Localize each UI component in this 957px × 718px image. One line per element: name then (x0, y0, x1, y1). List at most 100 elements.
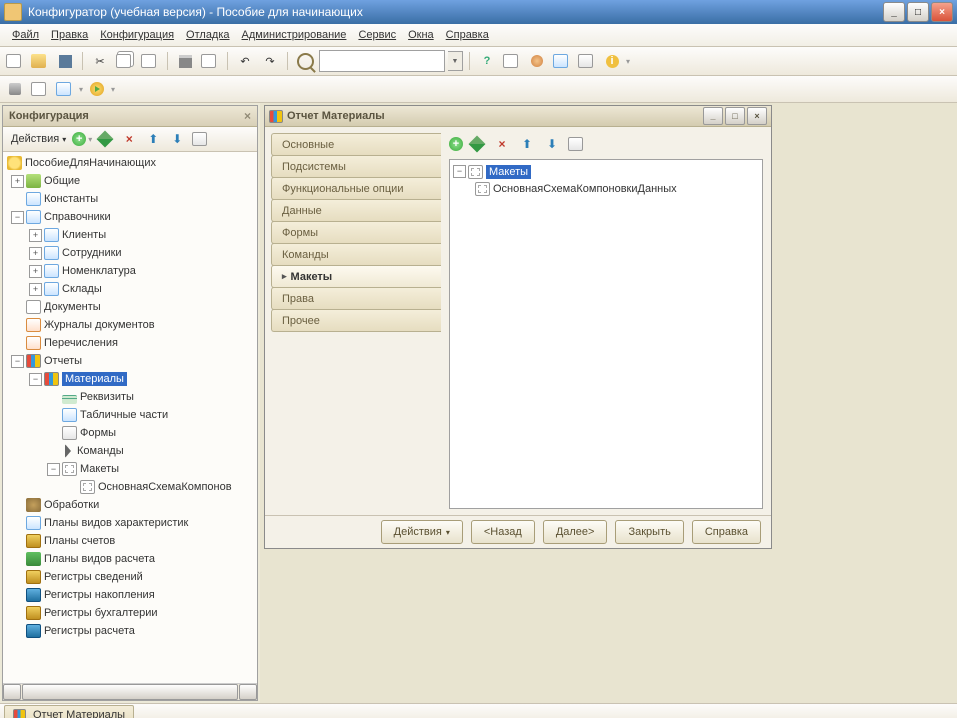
tree-item[interactable]: +Команды (3, 442, 257, 460)
menu-file[interactable]: Файл (6, 27, 45, 43)
syntax-icon[interactable]: ? (476, 50, 498, 72)
help-button[interactable]: Справка (692, 520, 761, 544)
taskbar-item[interactable]: Отчет Материалы (4, 705, 134, 718)
tree-item[interactable]: +Документы (3, 298, 257, 316)
actions-button[interactable]: Действия ▾ (381, 520, 463, 544)
tree-item-materialy[interactable]: −Материалы (3, 370, 257, 388)
tree-item[interactable]: +Перечисления (3, 334, 257, 352)
cut-icon[interactable]: ✂ (89, 50, 111, 72)
copy2-icon[interactable] (501, 50, 523, 72)
dialog-title: Отчет Материалы (287, 110, 385, 122)
tree-item[interactable]: +Регистры расчета (3, 622, 257, 640)
tree-item[interactable]: +Планы видов расчета (3, 550, 257, 568)
next-button[interactable]: Далее> (543, 520, 608, 544)
tree-item[interactable]: +Реквизиты (3, 388, 257, 406)
calendar-icon[interactable] (551, 50, 573, 72)
tree-item[interactable]: +Константы (3, 190, 257, 208)
tree-item[interactable]: −Отчеты (3, 352, 257, 370)
tab-data[interactable]: Данные (271, 199, 441, 222)
tab-templates[interactable]: ▸Макеты (271, 265, 441, 288)
search-icon[interactable] (294, 50, 316, 72)
tree-item[interactable]: +ОсновнаяСхемаКомпонов (3, 478, 257, 496)
tree-root-makety[interactable]: −Макеты (453, 163, 759, 180)
undo-icon[interactable]: ↶ (234, 50, 256, 72)
tree-item[interactable]: +Табличные части (3, 406, 257, 424)
tab-subsystems[interactable]: Подсистемы (271, 155, 441, 178)
dialog-maximize-button[interactable]: □ (725, 107, 745, 125)
maximize-button[interactable]: □ (907, 2, 929, 22)
back-button[interactable]: <Назад (471, 520, 535, 544)
menu-help[interactable]: Справка (440, 27, 495, 43)
list-icon[interactable] (566, 133, 588, 155)
down-icon[interactable]: ⬇ (541, 133, 563, 155)
tree-item[interactable]: −Справочники (3, 208, 257, 226)
copy-icon[interactable] (114, 50, 136, 72)
minimize-button[interactable]: _ (883, 2, 905, 22)
paste-icon[interactable] (139, 50, 161, 72)
tree-item[interactable]: +Регистры накопления (3, 586, 257, 604)
open-icon[interactable] (29, 50, 51, 72)
panel-close-icon[interactable]: × (244, 109, 251, 123)
tree-item[interactable]: +Номенклатура (3, 262, 257, 280)
save-icon[interactable] (54, 50, 76, 72)
up-icon[interactable]: ⬆ (516, 133, 538, 155)
run-icon[interactable] (86, 78, 108, 100)
copy-db-icon[interactable] (29, 78, 51, 100)
menu-admin[interactable]: Администрирование (236, 27, 353, 43)
menu-debug[interactable]: Отладка (180, 27, 235, 43)
menubar: Файл Правка Конфигурация Отладка Админис… (0, 24, 957, 47)
dialog-tabs: Основные Подсистемы Функциональные опции… (265, 127, 441, 515)
tree-item[interactable]: +Сотрудники (3, 244, 257, 262)
search-dropdown[interactable]: ▼ (448, 51, 463, 71)
edit-icon[interactable] (466, 133, 488, 155)
up-icon[interactable]: ⬆ (142, 128, 164, 150)
app-icon (4, 3, 22, 21)
print-icon[interactable] (174, 50, 196, 72)
tab-rights[interactable]: Права (271, 287, 441, 310)
tree-item[interactable]: +Регистры сведений (3, 568, 257, 586)
menu-windows[interactable]: Окна (402, 27, 440, 43)
menu-edit[interactable]: Правка (45, 27, 94, 43)
tab-other[interactable]: Прочее (271, 309, 441, 332)
tree-item[interactable]: +Склады (3, 280, 257, 298)
close-button[interactable]: × (931, 2, 953, 22)
menu-config[interactable]: Конфигурация (94, 27, 180, 43)
tree-item[interactable]: +Обработки (3, 496, 257, 514)
down-icon[interactable]: ⬇ (166, 128, 188, 150)
add-icon[interactable]: + (72, 132, 86, 146)
tab-commands[interactable]: Команды (271, 243, 441, 266)
tree-item[interactable]: +Общие (3, 172, 257, 190)
info-icon[interactable]: i (601, 50, 623, 72)
tree-root[interactable]: ПособиеДляНачинающих (3, 154, 257, 172)
dialog-close-button[interactable]: × (747, 107, 767, 125)
new-icon[interactable] (4, 50, 26, 72)
preview-icon[interactable] (199, 50, 221, 72)
tab-forms[interactable]: Формы (271, 221, 441, 244)
tree-item[interactable]: +Клиенты (3, 226, 257, 244)
edit-icon[interactable] (94, 128, 116, 150)
tree-item[interactable]: +Планы видов характеристик (3, 514, 257, 532)
tab-funcopts[interactable]: Функциональные опции (271, 177, 441, 200)
menu-service[interactable]: Сервис (352, 27, 402, 43)
db-icon[interactable] (4, 78, 26, 100)
tree-item[interactable]: −Макеты (3, 460, 257, 478)
dialog-minimize-button[interactable]: _ (703, 107, 723, 125)
close-button[interactable]: Закрыть (615, 520, 683, 544)
tree-item-schema[interactable]: ОсновнаяСхемаКомпоновкиДанных (453, 180, 759, 197)
tree-item[interactable]: +Формы (3, 424, 257, 442)
redo-icon[interactable]: ↷ (259, 50, 281, 72)
delete-icon[interactable]: × (491, 133, 513, 155)
add-icon[interactable]: + (449, 137, 463, 151)
sidebar-scrollbar[interactable] (3, 683, 257, 700)
search-input[interactable] (319, 50, 445, 72)
sort-icon[interactable] (190, 128, 212, 150)
calc-icon[interactable] (576, 50, 598, 72)
delete-icon[interactable]: × (118, 128, 140, 150)
tree-item[interactable]: +Регистры бухгалтерии (3, 604, 257, 622)
tree-item[interactable]: +Журналы документов (3, 316, 257, 334)
tree-item[interactable]: +Планы счетов (3, 532, 257, 550)
actions-menu[interactable]: Действия ▾ (7, 131, 70, 147)
tab-main[interactable]: Основные (271, 133, 441, 156)
window-icon[interactable] (54, 78, 76, 100)
user-icon[interactable] (526, 50, 548, 72)
